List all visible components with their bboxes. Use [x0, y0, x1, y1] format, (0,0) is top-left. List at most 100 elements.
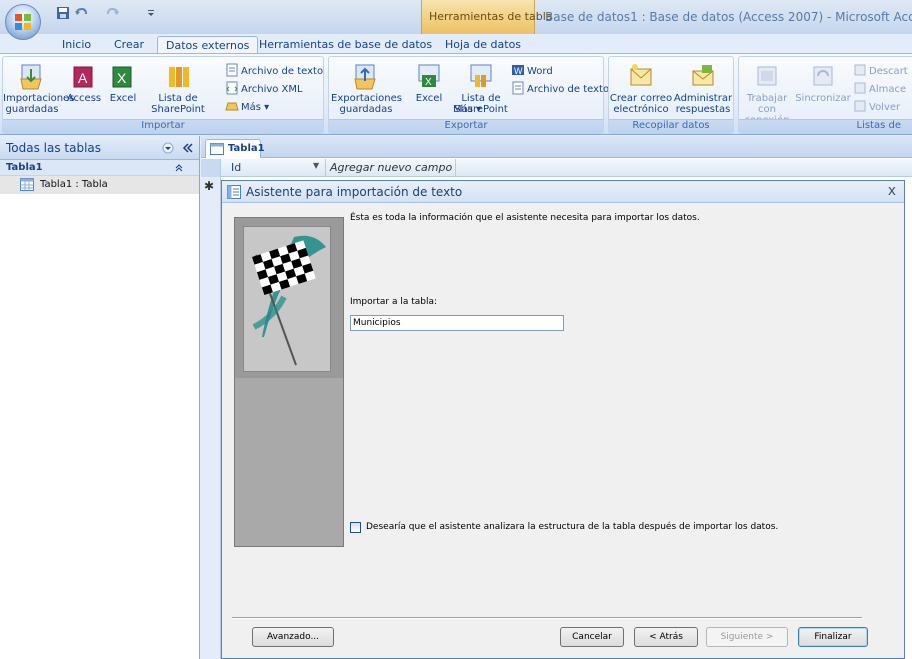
finalizar-button[interactable]: Finalizar [798, 627, 868, 647]
document-tab-tabla1[interactable]: Tabla1 [205, 139, 265, 158]
crear-correo-button[interactable]: Crear correo electrónico [609, 61, 673, 115]
import-access-button[interactable]: A Access [65, 61, 103, 104]
siguiente-button[interactable]: Siguiente > [706, 627, 788, 647]
nav-item-tabla1[interactable]: Tabla1 : Tabla [0, 176, 199, 194]
collapse-pane-icon[interactable] [182, 142, 194, 154]
tab-datos-externos[interactable]: Datos externos [157, 36, 259, 54]
nav-item-label: Tabla1 : Tabla [40, 179, 108, 190]
nav-header-label: Todas las tablas [6, 141, 102, 155]
volver-label: Volver [869, 102, 901, 113]
export-excel-label: Excel [415, 93, 443, 104]
import-sharepoint-button[interactable]: Lista de SharePoint [143, 61, 213, 115]
atras-button[interactable]: < Atrás [634, 627, 698, 647]
group-recopilar-label: Recopilar datos [609, 119, 733, 133]
group-listas-label: Listas de [739, 119, 912, 133]
administrar-respuestas-button[interactable]: Administrar respuestas [673, 61, 733, 115]
chevron-up-icon[interactable] [174, 163, 184, 173]
analyze-table-checkbox-label: Desearía que el asistente analizara la e… [366, 522, 779, 532]
nav-header[interactable]: Todas las tablas [0, 136, 199, 160]
descartar-button[interactable]: Descart [853, 63, 908, 77]
close-icon[interactable]: x [888, 183, 896, 199]
undo-icon[interactable] [74, 6, 88, 20]
almacenar-button[interactable]: Almace [853, 81, 906, 95]
sincronizar-label: Sincronizar [795, 93, 851, 104]
import-xml-button[interactable]: Archivo XML [225, 81, 303, 95]
import-text-file-button[interactable]: Archivo de texto [225, 63, 323, 77]
tab-inicio[interactable]: Inicio [54, 36, 99, 54]
saved-imports-icon [20, 64, 42, 90]
navigation-pane: Todas las tablas Tabla1 Tabla1 : Tabla [0, 136, 200, 659]
table-tab-icon [210, 143, 224, 155]
ribbon-tabs: Inicio Crear Datos externos Herramientas… [0, 34, 912, 54]
contextual-tab-label: Herramientas de tabla [429, 10, 553, 23]
redo-icon[interactable] [106, 6, 120, 20]
import-more-button[interactable]: Más ▾ [225, 99, 269, 113]
checkered-flag-icon [252, 235, 326, 366]
sharepoint-list-icon [169, 67, 189, 87]
office-logo-icon [15, 14, 31, 30]
export-more-button[interactable]: Más ▾ [453, 103, 481, 117]
discard-icon [854, 64, 866, 76]
import-access-label: Access [66, 93, 102, 104]
import-excel-button[interactable]: X Excel [105, 61, 141, 104]
administrar-respuestas-label: Administrar respuestas [673, 93, 733, 115]
volver-button[interactable]: Volver [853, 99, 900, 113]
wizard-illustration [234, 217, 344, 547]
dropdown-icon[interactable] [162, 142, 174, 154]
tab-crear[interactable]: Crear [106, 36, 152, 54]
sincronizar-button[interactable]: Sincronizar [795, 61, 851, 104]
access-icon: A [73, 66, 93, 88]
wizard-image-lower [235, 378, 343, 546]
group-exportar: Exportaciones guardadas X Excel Lista de… [328, 56, 609, 134]
exportaciones-guardadas-button[interactable]: Exportaciones guardadas [331, 61, 402, 115]
import-more-label: Más [241, 102, 261, 113]
text-file-icon [226, 63, 238, 77]
analyze-table-checkbox[interactable] [350, 522, 361, 533]
export-text-file-icon [512, 81, 524, 95]
svg-text:X: X [117, 70, 127, 86]
column-id[interactable]: Id ▼ [221, 159, 326, 177]
save-icon[interactable] [56, 6, 70, 20]
wizard-message: Ésta es toda la información que el asist… [350, 213, 700, 223]
export-text-file-label: Archivo de texto [527, 84, 610, 95]
column-agregar-campo[interactable]: Agregar nuevo campo [326, 159, 456, 177]
tab-hoja-de-datos[interactable]: Hoja de datos [437, 36, 529, 54]
descartar-label: Descart [869, 66, 908, 77]
svg-text:A: A [78, 70, 88, 86]
saved-exports-icon [354, 64, 376, 90]
wizard-icon [227, 185, 241, 199]
avanzado-button[interactable]: Avanzado... [252, 627, 334, 647]
import-table-name-input[interactable] [350, 315, 564, 331]
ribbon: Importaciones guardadas A Access X Excel… [0, 53, 912, 135]
excel-icon: X [112, 66, 132, 88]
select-all-cell[interactable] [201, 159, 221, 177]
importaciones-guardadas-label: Importaciones guardadas [3, 93, 75, 115]
export-more-label: Más [453, 104, 473, 115]
word-icon: W [512, 65, 524, 76]
office-button[interactable] [5, 4, 41, 40]
customize-qat-icon[interactable] [144, 6, 158, 20]
excel-export-icon: X [418, 64, 440, 88]
group-listas: Trabajar con conexión Sincronizar Descar… [738, 56, 912, 134]
nav-group-header[interactable]: Tabla1 [0, 160, 199, 176]
relink-icon [854, 100, 866, 112]
import-sharepoint-label: Lista de SharePoint [151, 93, 205, 115]
column-id-label: Id [231, 161, 242, 174]
import-xml-label: Archivo XML [241, 84, 303, 95]
export-excel-button[interactable]: X Excel [411, 61, 447, 104]
xml-file-icon [226, 81, 238, 95]
column-dropdown-icon[interactable]: ▼ [313, 161, 319, 170]
import-text-file-label: Archivo de texto [241, 66, 324, 77]
trabajar-con-conexion-button[interactable]: Trabajar con conexión [739, 61, 795, 126]
group-exportar-label: Exportar [329, 119, 603, 133]
cache-icon [854, 82, 866, 94]
manage-replies-icon [692, 65, 714, 86]
tab-herramientas-base-datos[interactable]: Herramientas de base de datos [251, 36, 440, 54]
work-online-icon [757, 66, 777, 86]
importaciones-guardadas-button[interactable]: Importaciones guardadas [3, 61, 74, 115]
cancelar-button[interactable]: Cancelar [560, 627, 624, 647]
group-importar-label: Importar [3, 119, 323, 133]
export-word-button[interactable]: W Word [511, 63, 553, 77]
export-text-file-button[interactable]: Archivo de texto [511, 81, 609, 95]
group-importar: Importaciones guardadas A Access X Excel… [2, 56, 324, 134]
